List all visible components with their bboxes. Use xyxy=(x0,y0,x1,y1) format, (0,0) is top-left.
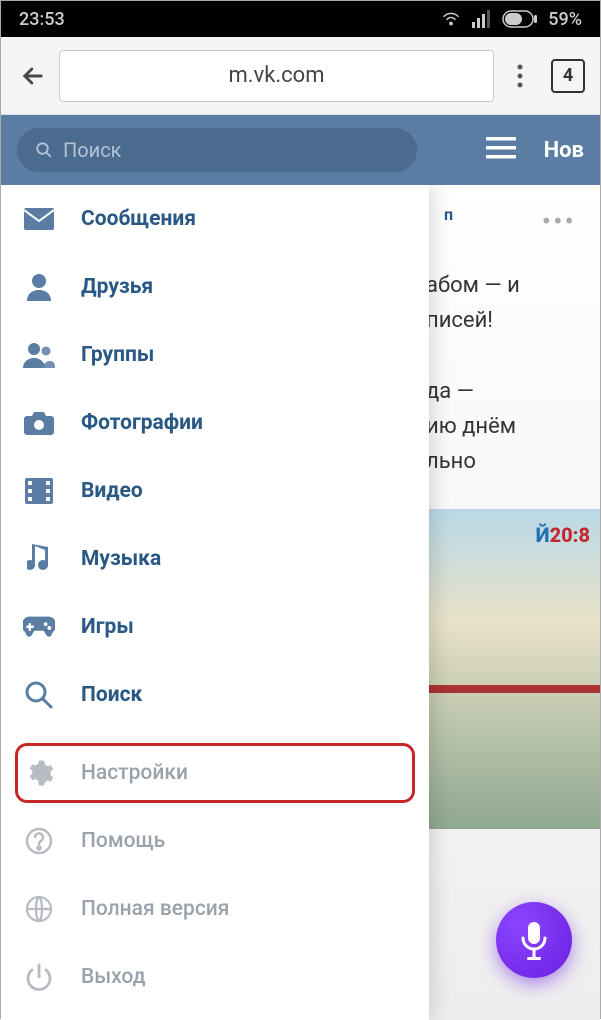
menu-item-music[interactable]: Музыка xyxy=(1,525,429,593)
voice-fab[interactable] xyxy=(496,902,572,978)
feed-text: абом — и писей! да — ию днём льно xyxy=(420,268,600,479)
feed-image[interactable]: Й20:8 xyxy=(420,509,600,829)
tabs-button[interactable]: 4 xyxy=(546,54,590,98)
vk-header: Поиск Нов xyxy=(1,115,600,185)
status-time: 23:53 xyxy=(19,9,65,30)
menu-label: Фотографии xyxy=(81,411,203,435)
microphone-icon xyxy=(519,920,549,960)
globe-icon xyxy=(23,893,55,925)
menu-item-help[interactable]: Помощь xyxy=(1,807,429,875)
film-icon xyxy=(23,475,55,507)
arrow-left-icon xyxy=(19,62,47,90)
menu-label: Игры xyxy=(81,615,134,639)
browser-toolbar: m.vk.com 4 xyxy=(1,37,600,115)
kebab-icon xyxy=(517,64,523,88)
menu-item-messages[interactable]: Сообщения xyxy=(1,185,429,253)
menu-item-full-version[interactable]: Полная версия xyxy=(1,875,429,943)
url-bar[interactable]: m.vk.com xyxy=(59,50,494,102)
phone-status-bar: 23:53 59% xyxy=(1,1,600,37)
menu-label: Видео xyxy=(81,479,143,503)
tab-count-badge: 4 xyxy=(551,59,585,93)
signal-icon xyxy=(472,10,492,28)
hamburger-icon xyxy=(486,137,516,159)
menu-item-photos[interactable]: Фотографии xyxy=(1,389,429,457)
menu-label: Выход xyxy=(81,965,146,989)
power-icon xyxy=(23,961,55,993)
feed-behind-panel: п ••• абом — и писей! да — ию днём льно … xyxy=(420,185,600,1020)
wifi-icon xyxy=(440,10,462,28)
menu-label: Сообщения xyxy=(81,207,196,231)
menu-label: Музыка xyxy=(81,547,161,571)
menu-item-friends[interactable]: Друзья xyxy=(1,253,429,321)
envelope-icon xyxy=(23,203,55,235)
menu-label: Полная версия xyxy=(81,897,229,921)
menu-label: Помощь xyxy=(81,829,165,853)
status-icons: 59% xyxy=(440,9,582,30)
menu-item-games[interactable]: Игры xyxy=(1,593,429,661)
browser-menu-button[interactable] xyxy=(498,54,542,98)
music-note-icon xyxy=(23,543,55,575)
battery-icon xyxy=(502,10,538,28)
image-year-badge: Й20:8 xyxy=(536,523,590,547)
feed-snippet: п xyxy=(444,205,453,238)
people-icon xyxy=(23,339,55,371)
browser-back-button[interactable] xyxy=(11,54,55,98)
search-placeholder: Поиск xyxy=(63,138,122,162)
menu-label: Поиск xyxy=(81,683,142,707)
menu-item-search[interactable]: Поиск xyxy=(1,661,429,729)
menu-item-logout[interactable]: Выход xyxy=(1,943,429,1011)
menu-item-videos[interactable]: Видео xyxy=(1,457,429,525)
menu-label: Друзья xyxy=(81,275,153,299)
menu-label: Группы xyxy=(81,343,154,367)
page-title: Нов xyxy=(544,138,584,163)
help-icon xyxy=(23,825,55,857)
menu-label: Настройки xyxy=(81,761,188,785)
highlight-ring xyxy=(15,743,415,803)
menu-toggle-button[interactable] xyxy=(486,137,516,163)
person-icon xyxy=(23,271,55,303)
search-icon xyxy=(35,141,53,159)
menu-item-groups[interactable]: Группы xyxy=(1,321,429,389)
search-icon xyxy=(23,679,55,711)
search-input[interactable]: Поиск xyxy=(17,128,417,172)
gamepad-icon xyxy=(23,611,55,643)
gear-icon xyxy=(23,757,55,789)
side-menu: Сообщения Друзья Группы Фотографии Видео… xyxy=(1,185,429,1020)
url-text: m.vk.com xyxy=(228,63,324,88)
post-more-icon[interactable]: ••• xyxy=(542,205,576,238)
camera-icon xyxy=(23,407,55,439)
battery-percent: 59% xyxy=(548,9,582,30)
menu-item-settings[interactable]: Настройки xyxy=(1,739,429,807)
